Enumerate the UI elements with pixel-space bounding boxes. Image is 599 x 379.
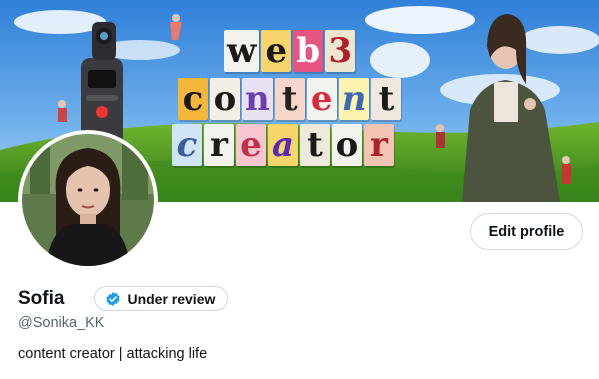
verification-badge[interactable]: Under review (94, 286, 229, 311)
name-row: Sofia Under review (18, 286, 229, 311)
user-bio: content creator | attacking life (18, 346, 208, 362)
badge-label: Under review (127, 290, 216, 307)
profile-header: w e b 3 c o n t e n t c r e a t o r Edit… (0, 0, 599, 379)
avatar[interactable] (18, 130, 158, 270)
avatar-photo (22, 134, 154, 266)
verified-check-icon (105, 291, 121, 307)
display-name: Sofia (18, 287, 65, 309)
edit-profile-button[interactable]: Edit profile (470, 213, 583, 250)
user-handle: @Sonika_KK (18, 315, 105, 331)
